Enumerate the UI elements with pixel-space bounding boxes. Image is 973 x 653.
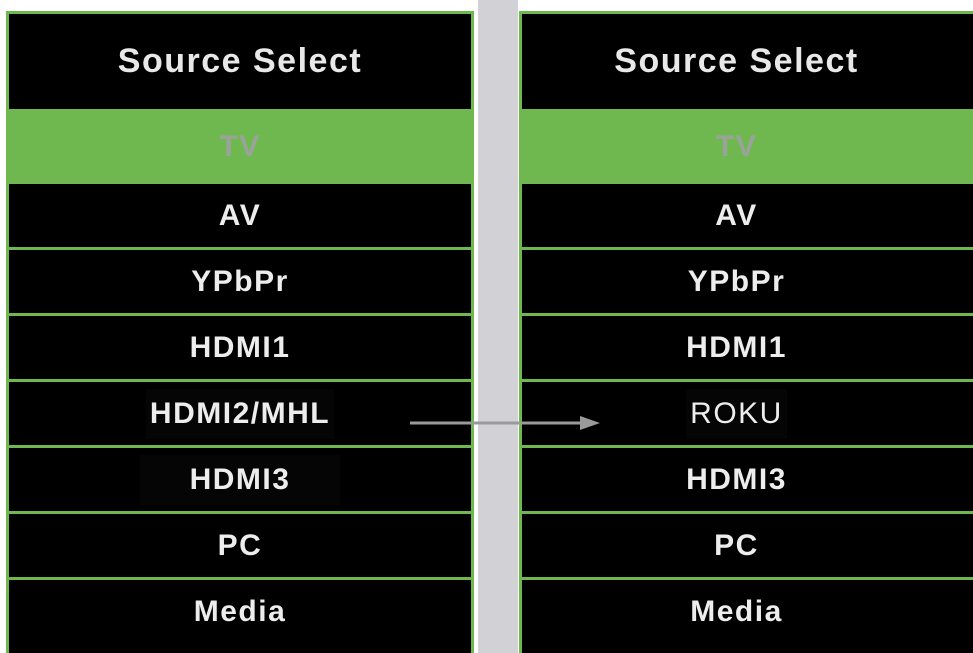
menu-item-tv[interactable]: TV (522, 109, 973, 181)
menu-item-av[interactable]: AV (9, 181, 471, 247)
menu-item-pc[interactable]: PC (9, 511, 471, 577)
left-source-menu: Source Select TV AV YPbPr HDMI1 HDMI2/MH… (6, 11, 474, 653)
panel-divider (478, 0, 518, 653)
menu-item-media[interactable]: Media (9, 577, 471, 643)
menu-item-ypbpr[interactable]: YPbPr (9, 247, 471, 313)
menu-title: Source Select (9, 11, 471, 109)
menu-item-hdmi1[interactable]: HDMI1 (522, 313, 973, 379)
right-source-menu: Source Select TV AV YPbPr HDMI1 ROKU HDM… (519, 11, 973, 653)
menu-item-hdmi2-mhl[interactable]: HDMI2/MHL (9, 379, 471, 445)
menu-item-roku[interactable]: ROKU (522, 379, 973, 445)
menu-item-hdmi3[interactable]: HDMI3 (9, 445, 471, 511)
right-arrow-icon (410, 416, 600, 430)
menu-item-ypbpr[interactable]: YPbPr (522, 247, 973, 313)
menu-title: Source Select (522, 11, 973, 109)
menu-item-label: HDMI3 (139, 454, 341, 505)
menu-item-hdmi3[interactable]: HDMI3 (522, 445, 973, 511)
menu-item-media[interactable]: Media (522, 577, 973, 643)
menu-item-hdmi1[interactable]: HDMI1 (9, 313, 471, 379)
menu-item-label: HDMI2/MHL (145, 388, 335, 439)
comparison-figure: Source Select TV AV YPbPr HDMI1 HDMI2/MH… (0, 0, 973, 653)
menu-item-pc[interactable]: PC (522, 511, 973, 577)
menu-item-label: ROKU (686, 388, 787, 439)
menu-item-tv[interactable]: TV (9, 109, 471, 181)
menu-item-av[interactable]: AV (522, 181, 973, 247)
